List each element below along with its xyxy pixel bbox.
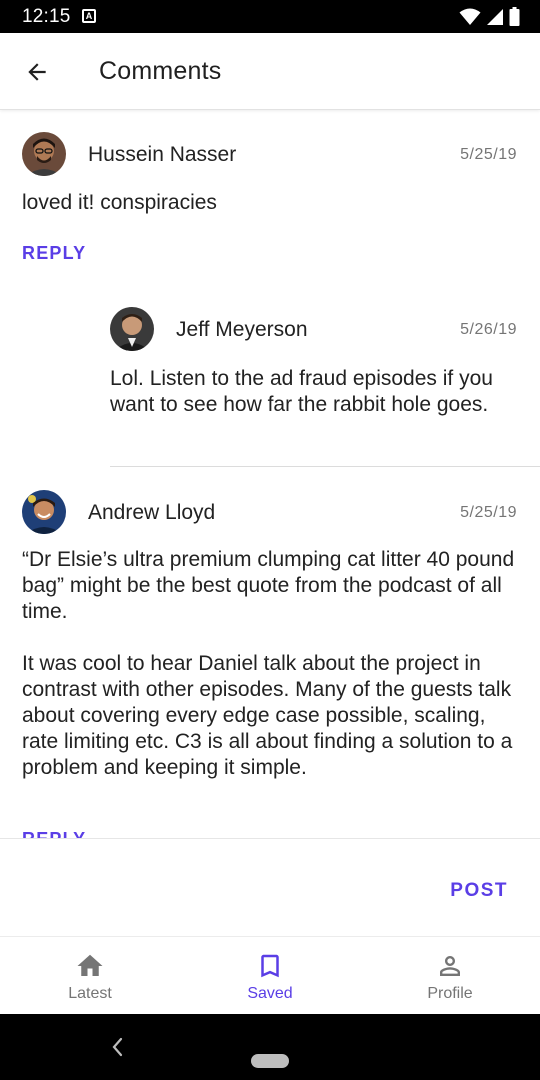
status-icons	[459, 7, 520, 26]
home-icon	[75, 951, 105, 981]
post-bar: POST	[0, 838, 540, 936]
page-title: Comments	[99, 57, 222, 85]
app-bar: Comments	[0, 33, 540, 110]
signal-icon	[487, 8, 503, 25]
comment-date: 5/25/19	[460, 146, 517, 163]
system-home-pill[interactable]	[251, 1054, 289, 1068]
arrow-back-icon	[28, 63, 46, 81]
post-button[interactable]: POST	[450, 880, 508, 902]
comments-list[interactable]: Hussein Nasser 5/25/19 loved it! conspir…	[0, 111, 540, 838]
status-bar: 12:15 A	[0, 0, 540, 33]
wifi-icon	[459, 8, 481, 25]
nav-label: Saved	[247, 985, 293, 1002]
avatar	[22, 490, 66, 534]
comment-text: It was cool to hear Daniel talk about th…	[22, 652, 513, 779]
comment-author: Andrew Lloyd	[88, 501, 216, 524]
comment-text: loved it! conspiracies	[22, 191, 217, 214]
system-nav-bar	[0, 1014, 540, 1080]
avatar	[110, 307, 154, 351]
comment-author: Jeff Meyerson	[176, 318, 308, 341]
back-button[interactable]	[20, 55, 54, 89]
avatar	[22, 132, 66, 176]
nav-latest[interactable]: Latest	[0, 937, 180, 1014]
comment-text: Lol. Listen to the ad fraud episodes if …	[110, 367, 493, 416]
reply-button[interactable]: REPLY	[22, 243, 86, 264]
bottom-nav: Latest Saved Profile	[0, 936, 540, 1014]
comment-author: Hussein Nasser	[88, 143, 237, 166]
nav-label: Latest	[68, 985, 112, 1002]
comment-text: “Dr Elsie’s ultra premium clumping cat l…	[22, 548, 515, 623]
nav-saved[interactable]: Saved	[180, 937, 360, 1014]
nav-label: Profile	[427, 985, 473, 1002]
nav-profile[interactable]: Profile	[360, 937, 540, 1014]
comment-date: 5/26/19	[460, 321, 517, 338]
reply-button[interactable]: REPLY	[22, 829, 86, 838]
status-time: 12:15	[22, 6, 71, 27]
system-back-icon[interactable]	[110, 1036, 124, 1058]
divider	[110, 466, 540, 467]
notification-icon: A	[82, 9, 96, 23]
battery-icon	[509, 7, 520, 26]
bookmark-icon	[255, 951, 285, 981]
comment-date: 5/25/19	[460, 504, 517, 521]
person-icon	[435, 951, 465, 981]
